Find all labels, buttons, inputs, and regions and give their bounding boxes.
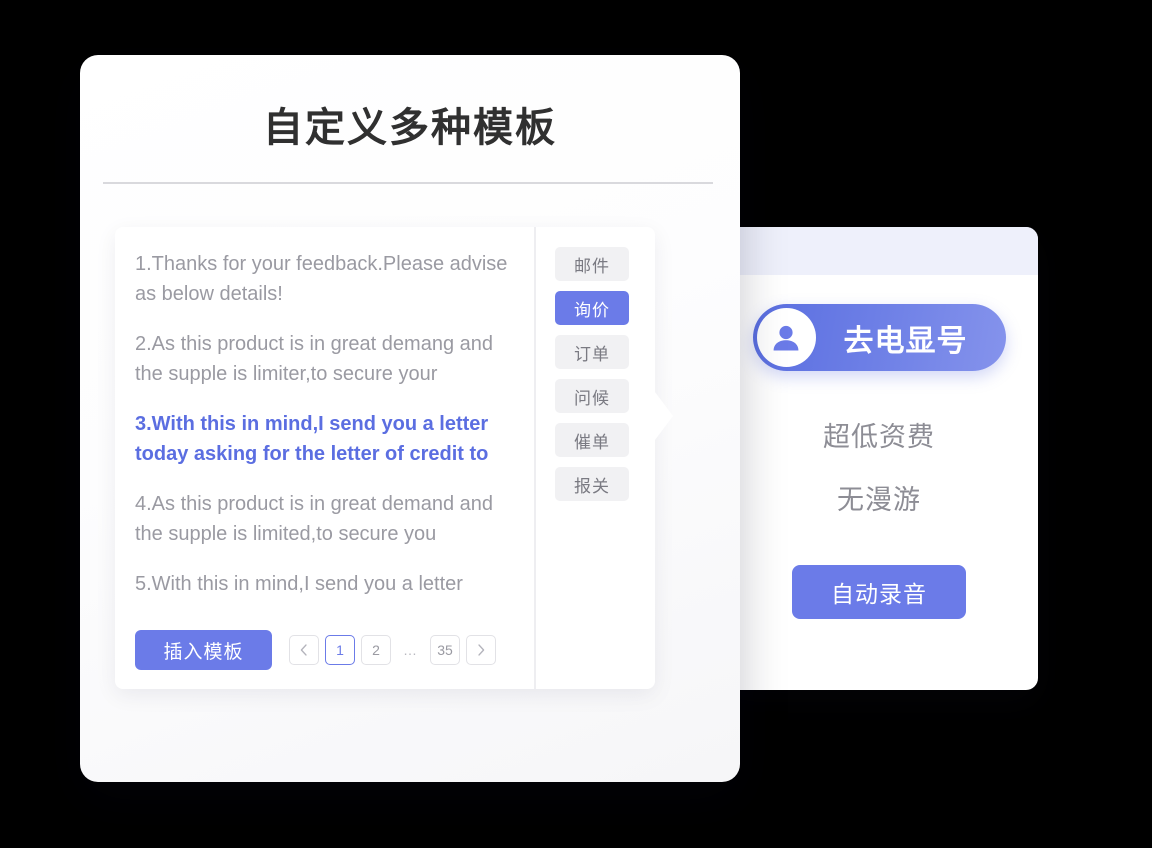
chevron-right-icon[interactable] xyxy=(466,635,496,665)
tag-chip-greeting[interactable]: 问候 xyxy=(555,379,629,413)
tag-chip-customs[interactable]: 报关 xyxy=(555,467,629,501)
list-item[interactable]: 3.With this in mind,I send you a letter … xyxy=(135,409,520,469)
panel-body: 去电显号 超低资费 无漫游 自动录音 xyxy=(720,275,1038,690)
tag-chip-reminder[interactable]: 催单 xyxy=(555,423,629,457)
page-ellipsis: … xyxy=(403,642,418,658)
template-panel: 1.Thanks for your feedback.Please advise… xyxy=(115,227,673,689)
tag-chip-mail[interactable]: 邮件 xyxy=(555,247,629,281)
tag-chip-order[interactable]: 订单 xyxy=(555,335,629,369)
chevron-left-icon[interactable] xyxy=(289,635,319,665)
template-list: 1.Thanks for your feedback.Please advise… xyxy=(135,249,520,619)
panel-header-band xyxy=(720,227,1038,275)
page-button-35[interactable]: 35 xyxy=(430,635,460,665)
auto-record-button[interactable]: 自动录音 xyxy=(792,565,966,619)
screenshot-stage: 去电显号 超低资费 无漫游 自动录音 自定义多种模板 1.Thanks for … xyxy=(0,0,1152,848)
feature-text-low-rate: 超低资费 xyxy=(823,422,935,452)
insert-template-button[interactable]: 插入模板 xyxy=(135,630,272,670)
panel-footer: 插入模板 1 2 … 35 xyxy=(135,630,496,670)
list-item[interactable]: 1.Thanks for your feedback.Please advise… xyxy=(135,249,520,309)
list-item[interactable]: 5.With this in mind,I send you a letter xyxy=(135,569,520,599)
page-title: 自定义多种模板 xyxy=(263,106,557,150)
main-card: 自定义多种模板 1.Thanks for your feedback.Pleas… xyxy=(80,55,740,782)
panel-pointer-tail xyxy=(655,392,673,440)
feature-text-no-roaming: 无漫游 xyxy=(837,485,921,515)
category-tag-list: 邮件 询价 订单 问候 催单 报关 xyxy=(555,247,633,501)
list-item[interactable]: 2.As this product is in great demang and… xyxy=(135,329,520,389)
caller-id-badge[interactable]: 去电显号 xyxy=(752,304,1006,371)
tag-chip-inquiry[interactable]: 询价 xyxy=(555,291,629,325)
title-divider xyxy=(103,182,713,184)
caller-feature-panel: 去电显号 超低资费 无漫游 自动录音 xyxy=(720,227,1038,690)
user-avatar-icon xyxy=(756,308,816,367)
page-button-2[interactable]: 2 xyxy=(361,635,391,665)
page-button-1[interactable]: 1 xyxy=(325,635,355,665)
panel-vertical-divider xyxy=(534,227,536,689)
list-item[interactable]: 4.As this product is in great demand and… xyxy=(135,489,520,549)
pagination: 1 2 … 35 xyxy=(289,635,496,665)
caller-id-label: 去电显号 xyxy=(843,324,968,358)
